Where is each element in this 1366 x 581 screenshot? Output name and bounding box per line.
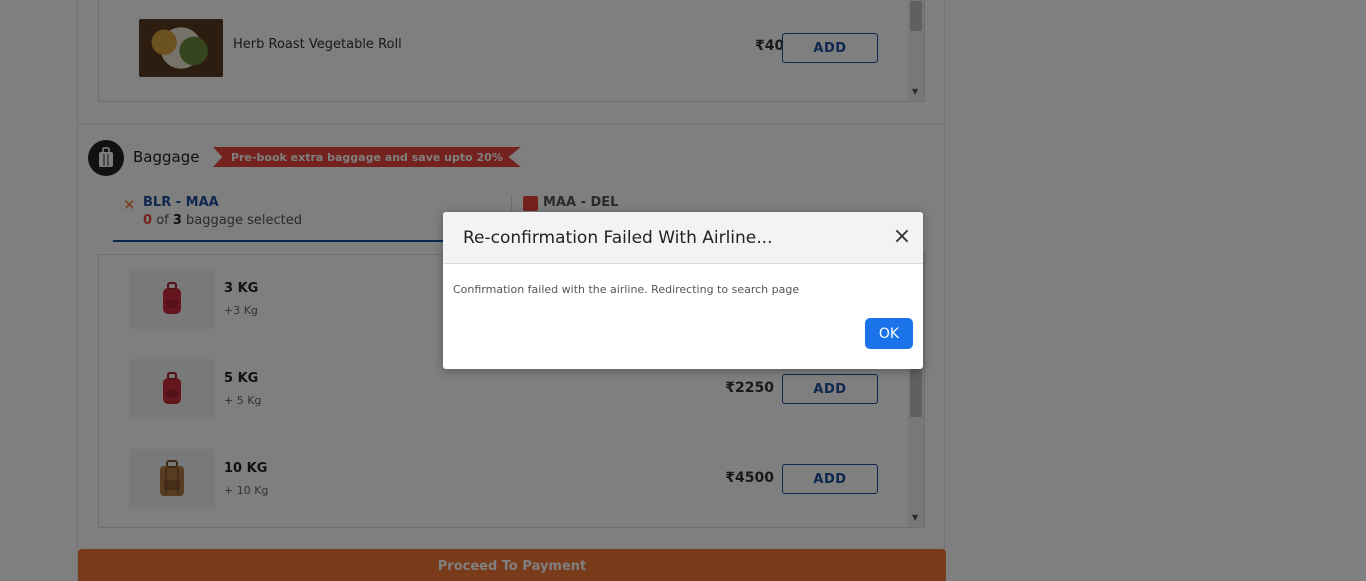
close-icon[interactable]: × (891, 226, 913, 248)
error-dialog: Re-confirmation Failed With Airline... ×… (443, 212, 923, 369)
ok-button[interactable]: OK (865, 318, 913, 349)
dialog-header: Re-confirmation Failed With Airline... × (443, 212, 923, 264)
dialog-message: Confirmation failed with the airline. Re… (453, 283, 800, 296)
dialog-title: Re-confirmation Failed With Airline... (463, 228, 773, 248)
